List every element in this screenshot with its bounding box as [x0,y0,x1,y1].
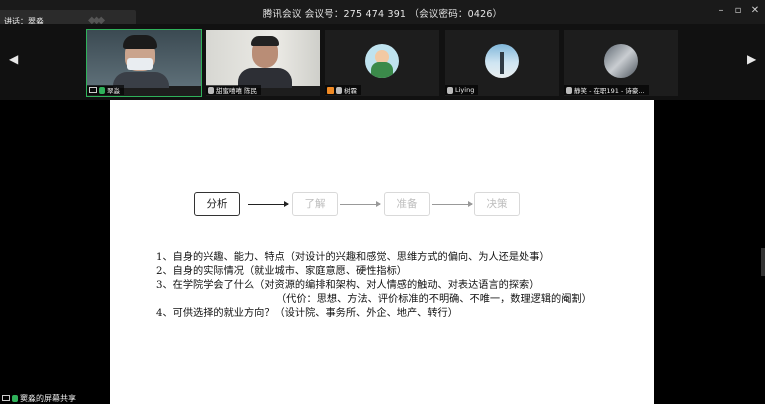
flow-arrow [248,201,289,207]
participant-namebar: 甜蜜嘻嘻 陈民 [206,85,262,95]
slide-text-line: 4、可供选择的就业方向？（设计院、事务所、外企、地产、转行） [156,308,458,319]
microphone-icon [208,86,214,94]
participant-name: Liying [455,86,475,94]
flow-arrow [340,201,381,207]
shared-slide: 分析 了解 准备 决策 1、自身的兴趣、能力、特点（对设计的兴趣和感觉、思维方式… [110,100,654,404]
participant-tile[interactable]: 甜蜜嘻嘻 陈民 [206,30,320,96]
participant-tile[interactable]: Liying [445,30,559,96]
participant-tile[interactable]: 静笑 - 在职191 - 诗豪... [564,30,678,96]
participant-namebar: Liying [445,85,479,95]
slide-text-line: 2、自身的实际情况（就业城市、家庭意愿、硬性指标） [156,266,407,277]
slide-text-line: 3、在学院学会了什么（对资源的编排和架构、对人情感的触动、对表达语言的探索） [156,280,540,291]
side-panel-handle[interactable] [761,248,765,276]
right-arrow-icon[interactable]: ▶ [747,52,756,66]
flow-step-understand: 了解 [292,192,338,216]
slide-text-line: （代价：思想、方法、评价标准的不明确、不唯一，数理逻辑的阉割） [276,294,592,305]
participant-strip: ◀ ▶ 翠淼 甜蜜嘻嘻 陈民 树霖 Liying 静笑 - 在职191 - 诗豪… [0,24,765,100]
microphone-icon [566,86,572,94]
screen-share-icon [89,87,97,93]
sharing-name: 窦淼的屏幕共享 [20,393,76,403]
microphone-icon [447,86,453,94]
microphone-icon [336,86,342,94]
flow-step-decide: 决策 [474,192,520,216]
maximize-button[interactable]: ▫ [731,4,745,18]
participant-name: 静笑 - 在职191 - 诗豪... [574,87,645,95]
video-feed [206,30,320,88]
flow-step-analyze: 分析 [194,192,240,216]
slide-text-line: 1、自身的兴趣、能力、特点（对设计的兴趣和感觉、思维方式的偏向、为人还是处事） [156,252,550,263]
microphone-icon [99,86,105,94]
participant-name: 甜蜜嘻嘻 陈民 [216,87,258,95]
participant-tile[interactable]: 树霖 [325,30,439,96]
flow-arrow [432,201,473,207]
flow-step-prepare: 准备 [384,192,430,216]
host-icon [327,86,334,94]
participant-namebar: 静笑 - 在职191 - 诗豪... [564,85,649,95]
video-feed [87,30,201,88]
avatar [365,44,399,78]
microphone-icon [12,394,18,402]
close-button[interactable]: ✕ [748,4,762,18]
minimize-button[interactable]: – [714,4,728,18]
avatar [485,44,519,78]
left-arrow-icon[interactable]: ◀ [9,52,18,66]
avatar [604,44,638,78]
participant-tile[interactable]: 翠淼 [86,29,202,97]
screen-share-label: 窦淼的屏幕共享 [0,392,76,404]
participant-namebar: 树霖 [325,85,361,95]
screen-share-icon [2,395,10,401]
participant-namebar: 翠淼 [87,85,124,95]
participant-name: 树霖 [344,87,357,95]
participant-name: 翠淼 [107,87,120,95]
